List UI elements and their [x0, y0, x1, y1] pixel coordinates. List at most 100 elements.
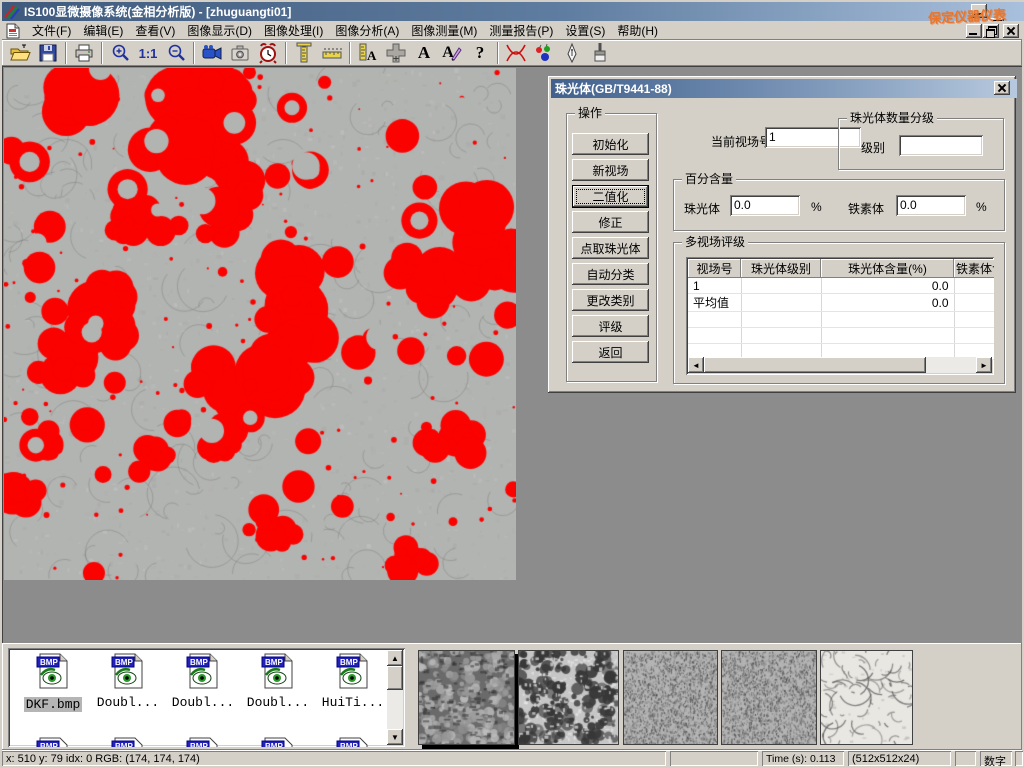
- pick-pearlite-button[interactable]: 点取珠光体: [572, 237, 649, 259]
- table-row[interactable]: 平均值 0.0: [688, 294, 994, 312]
- level-input[interactable]: [899, 135, 983, 156]
- camera-capture-button[interactable]: [226, 41, 254, 65]
- return-button[interactable]: 返回: [572, 341, 649, 363]
- file-name[interactable]: Doubl...: [168, 695, 238, 710]
- child-minimize-button[interactable]: [966, 24, 982, 38]
- caliper-measure-button[interactable]: [290, 41, 318, 65]
- file-name[interactable]: Doubl...: [93, 695, 163, 710]
- file-item[interactable]: BMP Doubl...: [243, 652, 313, 710]
- scroll-down-button[interactable]: ▼: [387, 729, 403, 745]
- pearlite-label: 珠光体: [684, 200, 720, 217]
- merge-cross-button[interactable]: [382, 41, 410, 65]
- metallographic-image[interactable]: [4, 68, 516, 580]
- file-name[interactable]: HuiTi...: [318, 695, 388, 710]
- child-restore-button[interactable]: [983, 24, 999, 38]
- file-vscrollbar[interactable]: ▲ ▼: [387, 650, 403, 745]
- pearlite-percent-input[interactable]: 0.0: [730, 195, 800, 216]
- status-empty-small: [955, 751, 976, 766]
- file-name[interactable]: Doubl...: [243, 695, 313, 710]
- bmp-label: BMP: [265, 742, 283, 747]
- table-hscrollbar[interactable]: ◄ ►: [688, 357, 992, 373]
- ferrite-percent-input[interactable]: 0.0: [896, 195, 966, 216]
- phase-marker-button[interactable]: [530, 41, 558, 65]
- menu-image-process[interactable]: 图像处理(I): [258, 20, 329, 41]
- thumbnail-light-flakes[interactable]: [820, 650, 913, 745]
- menu-help[interactable]: 帮助(H): [611, 20, 664, 41]
- scroll-thumb[interactable]: [387, 666, 403, 690]
- bmp-file-icon[interactable]: BMP: [110, 736, 146, 747]
- menu-edit[interactable]: 编辑(E): [77, 20, 129, 41]
- file-item[interactable]: BMP Doubl...: [93, 652, 163, 710]
- thumbnail-fine-speckle[interactable]: [623, 650, 718, 745]
- table-row[interactable]: 1 0.0: [688, 278, 994, 294]
- title-bar[interactable]: IS100显微摄像系统(金相分析版) - [zhuguangti01]: [2, 2, 1024, 21]
- timer-button[interactable]: [254, 41, 282, 65]
- print-button[interactable]: [70, 41, 98, 65]
- thumbnail-light-coarse[interactable]: [518, 650, 619, 745]
- thumbnail-dark-coarse[interactable]: [418, 650, 515, 745]
- grain-boundary-button[interactable]: [502, 41, 530, 65]
- status-end: [1015, 751, 1023, 766]
- zoom-out-icon: [166, 43, 186, 63]
- measure-scale-button[interactable]: A: [354, 41, 382, 65]
- open-file-button[interactable]: [6, 41, 34, 65]
- file-name[interactable]: DKF.bmp: [24, 697, 83, 712]
- level-label: 级别: [861, 139, 885, 156]
- status-time: Time (s): 0.113: [762, 751, 844, 766]
- file-item[interactable]: BMP DKF.bmp: [18, 652, 88, 713]
- gray-cross-icon: [385, 42, 407, 64]
- help-button[interactable]: ?: [466, 41, 494, 65]
- scroll-left-button[interactable]: ◄: [688, 357, 704, 373]
- picker-pen-button[interactable]: [558, 41, 586, 65]
- new-field-button[interactable]: 新视场: [572, 159, 649, 181]
- correct-button[interactable]: 修正: [572, 211, 649, 233]
- zoom-in-button[interactable]: [106, 41, 134, 65]
- bmp-file-icon[interactable]: BMP: [185, 736, 221, 747]
- child-close-button[interactable]: [1003, 24, 1019, 38]
- menu-image-measure[interactable]: 图像测量(M): [405, 20, 483, 41]
- thumbnail-fine-speckle[interactable]: [721, 650, 817, 745]
- cell-field: 平均值: [688, 294, 741, 312]
- toolbar-separator: [285, 42, 287, 64]
- menu-image-display[interactable]: 图像显示(D): [181, 20, 258, 41]
- change-class-button[interactable]: 更改类别: [572, 289, 649, 311]
- bmp-file-icon[interactable]: BMP: [335, 736, 371, 747]
- file-item[interactable]: BMP Doubl...: [168, 652, 238, 710]
- text-annotation-button[interactable]: A: [410, 41, 438, 65]
- actual-size-button[interactable]: 1:1: [134, 41, 162, 65]
- save-button[interactable]: [34, 41, 62, 65]
- file-item[interactable]: BMP HuiTi...: [318, 652, 388, 710]
- menu-view[interactable]: 查看(V): [129, 20, 181, 41]
- bmp-file-icon: BMP: [185, 652, 221, 690]
- rate-button[interactable]: 评级: [572, 315, 649, 337]
- fill-brush-button[interactable]: [586, 41, 614, 65]
- dialog-close-button[interactable]: [994, 81, 1010, 95]
- menu-settings[interactable]: 设置(S): [559, 20, 611, 41]
- status-image-size: (512x512x24): [848, 751, 951, 766]
- scroll-up-button[interactable]: ▲: [387, 650, 403, 666]
- bmp-file-icon[interactable]: BMP: [260, 736, 296, 747]
- ferrite-label: 铁素体: [848, 200, 884, 217]
- scroll-thumb[interactable]: [704, 357, 926, 373]
- edit-annotation-button[interactable]: A: [438, 41, 466, 65]
- menu-file[interactable]: 文件(F): [26, 20, 77, 41]
- zoom-out-button[interactable]: [162, 41, 190, 65]
- bmp-file-icon[interactable]: BMP: [35, 736, 71, 747]
- scroll-right-button[interactable]: ►: [976, 357, 992, 373]
- ruler-measure-button[interactable]: [318, 41, 346, 65]
- binarize-button[interactable]: 二值化: [572, 185, 649, 208]
- bmp-file-icon: BMP: [335, 652, 371, 690]
- clock-icon: [257, 42, 279, 64]
- video-capture-button[interactable]: [198, 41, 226, 65]
- table-row-empty: [688, 312, 994, 328]
- dialog-title-bar[interactable]: 珠光体(GB/T9441-88): [551, 79, 1017, 98]
- application-window: { "window": { "title": "IS100显微摄像系统(金相分析…: [0, 0, 1024, 768]
- file-listbox[interactable]: BMP DKF.bmp BMP Doubl...: [8, 648, 405, 747]
- init-button[interactable]: 初始化: [572, 133, 649, 155]
- menu-measure-report[interactable]: 测量报告(P): [483, 20, 559, 41]
- menu-image-analysis[interactable]: 图像分析(A): [329, 20, 405, 41]
- open-folder-icon: [9, 43, 31, 63]
- auto-classify-button[interactable]: 自动分类: [572, 263, 649, 285]
- video-camera-icon: [201, 43, 223, 63]
- toolbar-separator: [497, 42, 499, 64]
